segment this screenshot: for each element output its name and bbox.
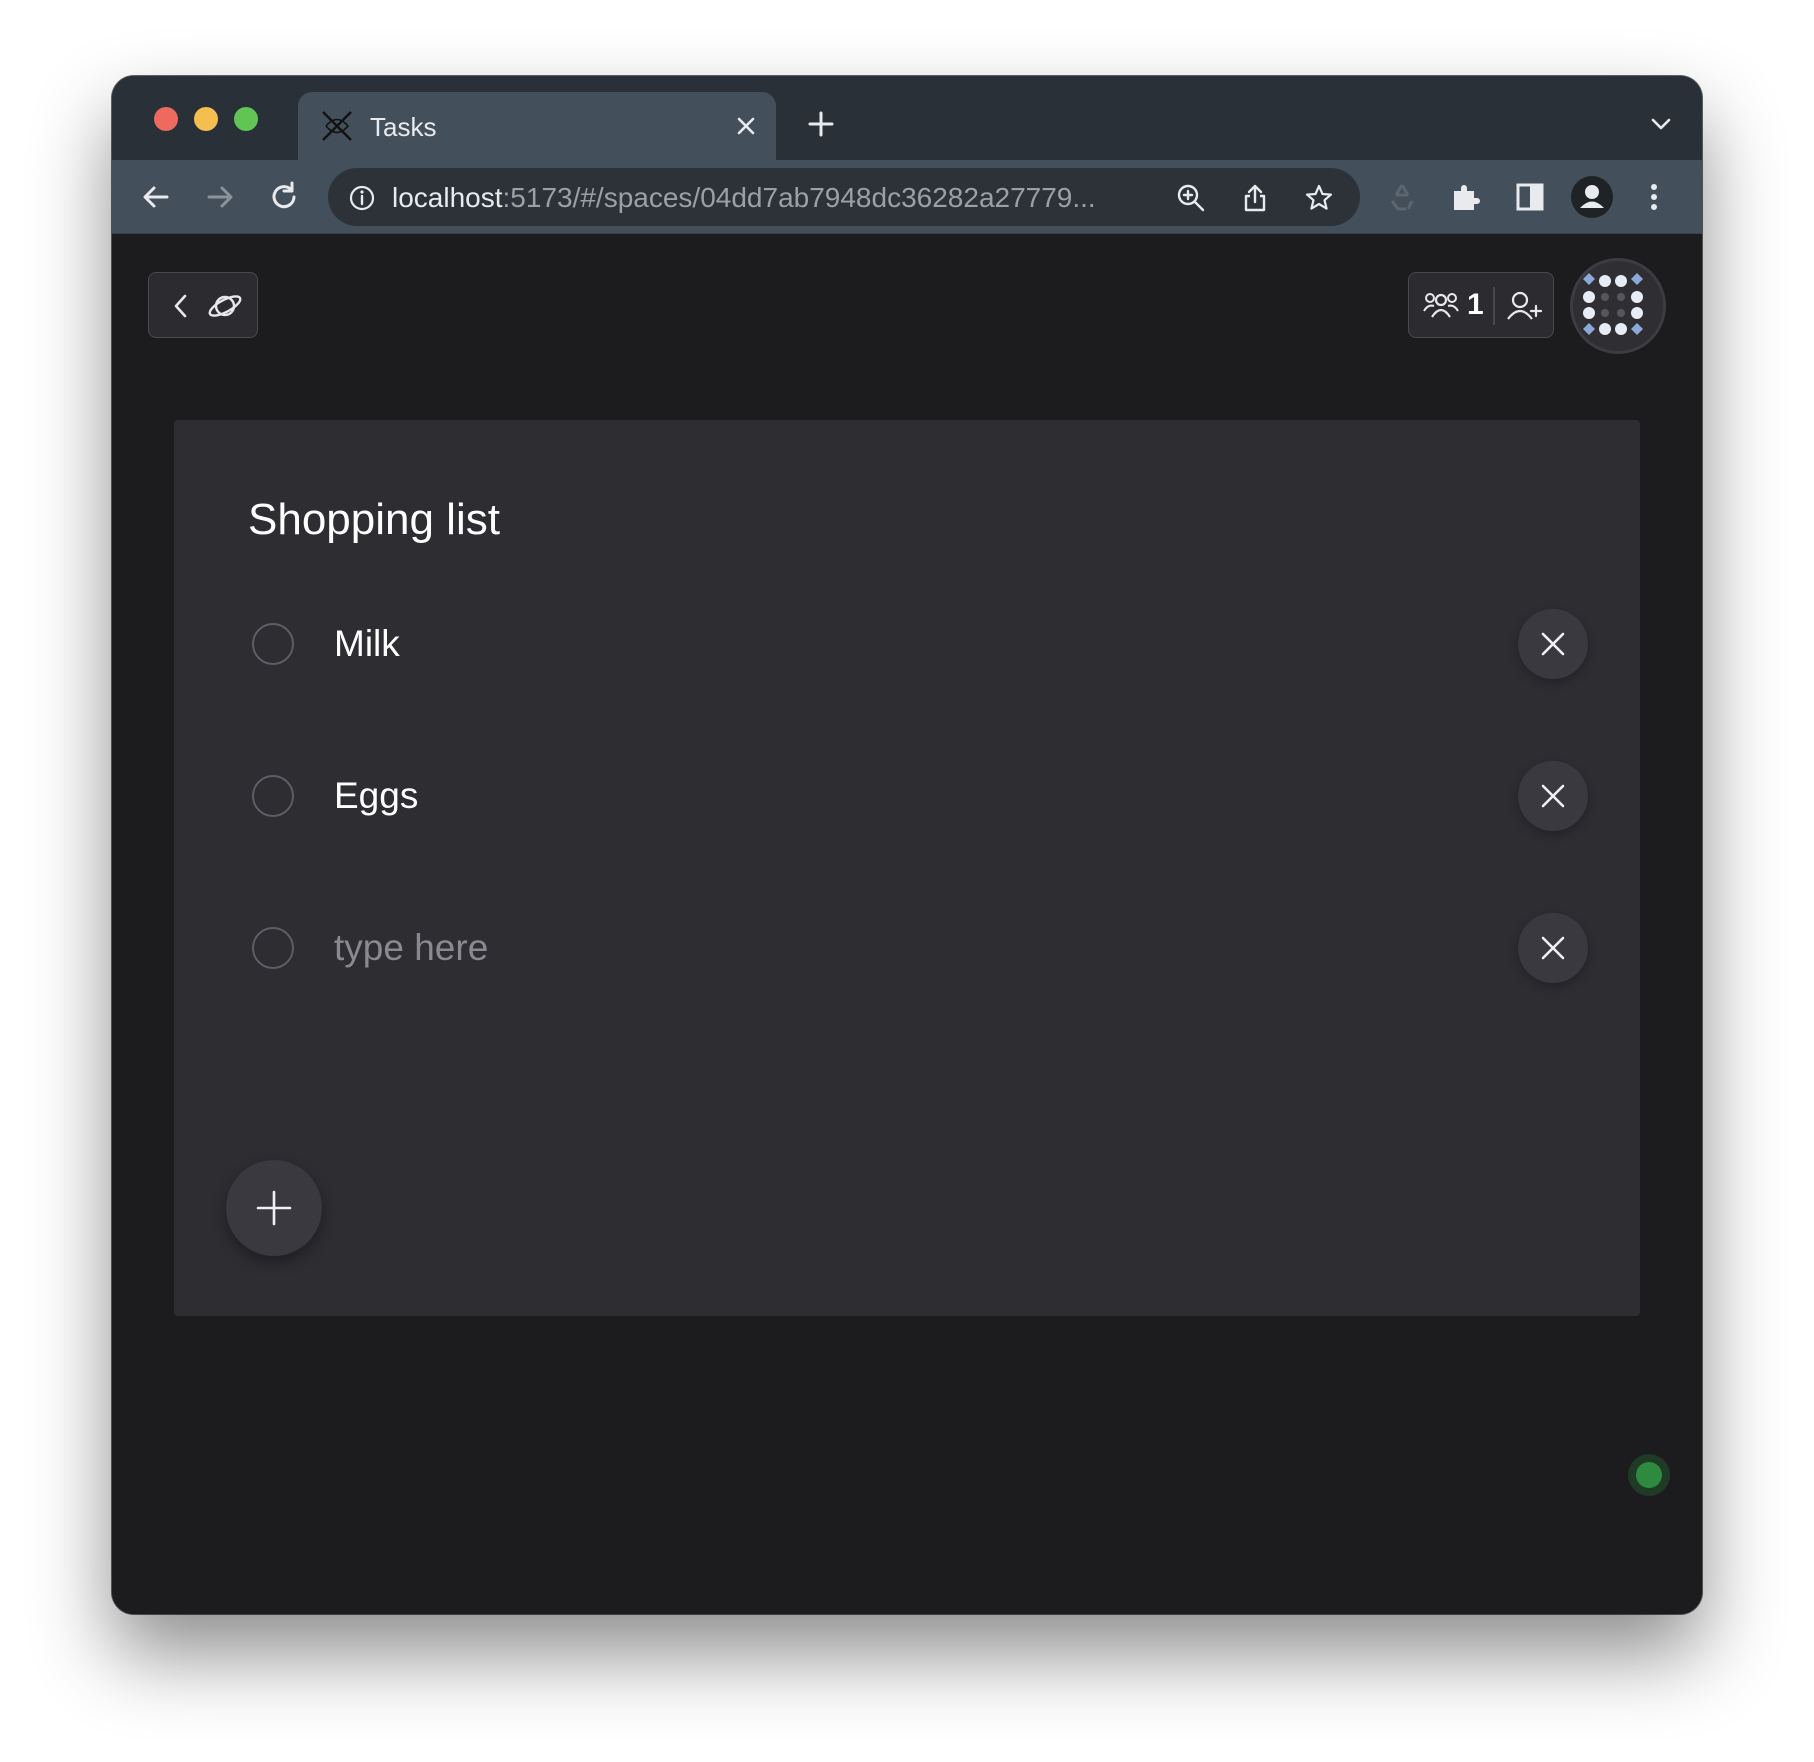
close-icon <box>1541 632 1565 656</box>
app-logo-icon <box>322 111 352 141</box>
browser-toolbar: localhost:5173/#/spaces/04dd7ab7948dc362… <box>112 160 1702 234</box>
chevron-left-icon <box>174 294 187 318</box>
new-tab-icon[interactable] <box>806 109 836 139</box>
bookmark-star-icon[interactable] <box>1304 183 1334 213</box>
browser-window: Tasks localhost:5173/#/spaces/04dd7ab794… <box>112 76 1702 1614</box>
minimize-window-button[interactable] <box>194 107 218 131</box>
task-list-card: Shopping list Milk Eggs type here <box>174 420 1640 1316</box>
add-task-button[interactable] <box>226 1160 322 1256</box>
task-checkbox[interactable] <box>252 927 294 969</box>
close-tab-icon[interactable] <box>734 114 758 138</box>
task-checkbox[interactable] <box>252 775 294 817</box>
profile-icon[interactable] <box>1570 175 1614 219</box>
planet-icon <box>208 295 242 317</box>
add-user-icon <box>1507 291 1543 320</box>
tab-strip: Tasks <box>112 76 1702 160</box>
list-title[interactable]: Shopping list <box>248 494 500 546</box>
task-text[interactable]: Milk <box>334 622 400 666</box>
share-icon[interactable] <box>1240 183 1270 213</box>
connection-status-indicator <box>1628 1454 1670 1496</box>
extensions-puzzle-icon[interactable] <box>1448 179 1484 215</box>
identicon-icon <box>1583 273 1643 335</box>
presence-count: 1 <box>1467 288 1484 321</box>
list-item: Milk <box>174 604 1640 684</box>
new-task-input[interactable]: type here <box>334 926 488 970</box>
url-text[interactable]: localhost:5173/#/spaces/04dd7ab7948dc362… <box>392 182 1096 214</box>
close-icon <box>1541 784 1565 808</box>
site-info-icon[interactable] <box>348 184 376 212</box>
task-checkbox[interactable] <box>252 623 294 665</box>
reload-icon[interactable] <box>266 179 302 215</box>
tab-tasks[interactable]: Tasks <box>298 92 776 160</box>
presence-divider <box>1493 287 1495 325</box>
delete-task-button[interactable] <box>1518 609 1588 679</box>
app-page: 1 Shopping list Milk Eggs type here <box>112 234 1702 1614</box>
delete-task-button[interactable] <box>1518 913 1588 983</box>
back-to-spaces-button[interactable] <box>148 272 258 338</box>
zoom-icon[interactable] <box>1176 183 1206 213</box>
close-icon <box>1541 936 1565 960</box>
close-window-button[interactable] <box>154 107 178 131</box>
more-options-icon[interactable] <box>1636 179 1672 215</box>
chevron-down-icon[interactable] <box>1650 116 1672 132</box>
plus-icon <box>256 1190 292 1226</box>
presence-button[interactable]: 1 <box>1408 272 1554 338</box>
forward-arrow-icon[interactable] <box>202 179 238 215</box>
side-panel-icon[interactable] <box>1512 179 1548 215</box>
url-host: localhost <box>392 182 503 213</box>
list-item-new: type here <box>174 908 1640 988</box>
tab-title: Tasks <box>370 112 437 142</box>
users-icon <box>1423 293 1459 318</box>
avatar[interactable] <box>1570 258 1666 354</box>
maximize-window-button[interactable] <box>234 107 258 131</box>
back-arrow-icon[interactable] <box>138 179 174 215</box>
address-bar[interactable]: localhost:5173/#/spaces/04dd7ab7948dc362… <box>328 168 1360 226</box>
delete-task-button[interactable] <box>1518 761 1588 831</box>
recycle-extension-icon[interactable] <box>1384 179 1420 215</box>
list-item: Eggs <box>174 756 1640 836</box>
url-path: :5173/#/spaces/04dd7ab7948dc36282a27779.… <box>502 182 1096 213</box>
task-text[interactable]: Eggs <box>334 774 418 818</box>
